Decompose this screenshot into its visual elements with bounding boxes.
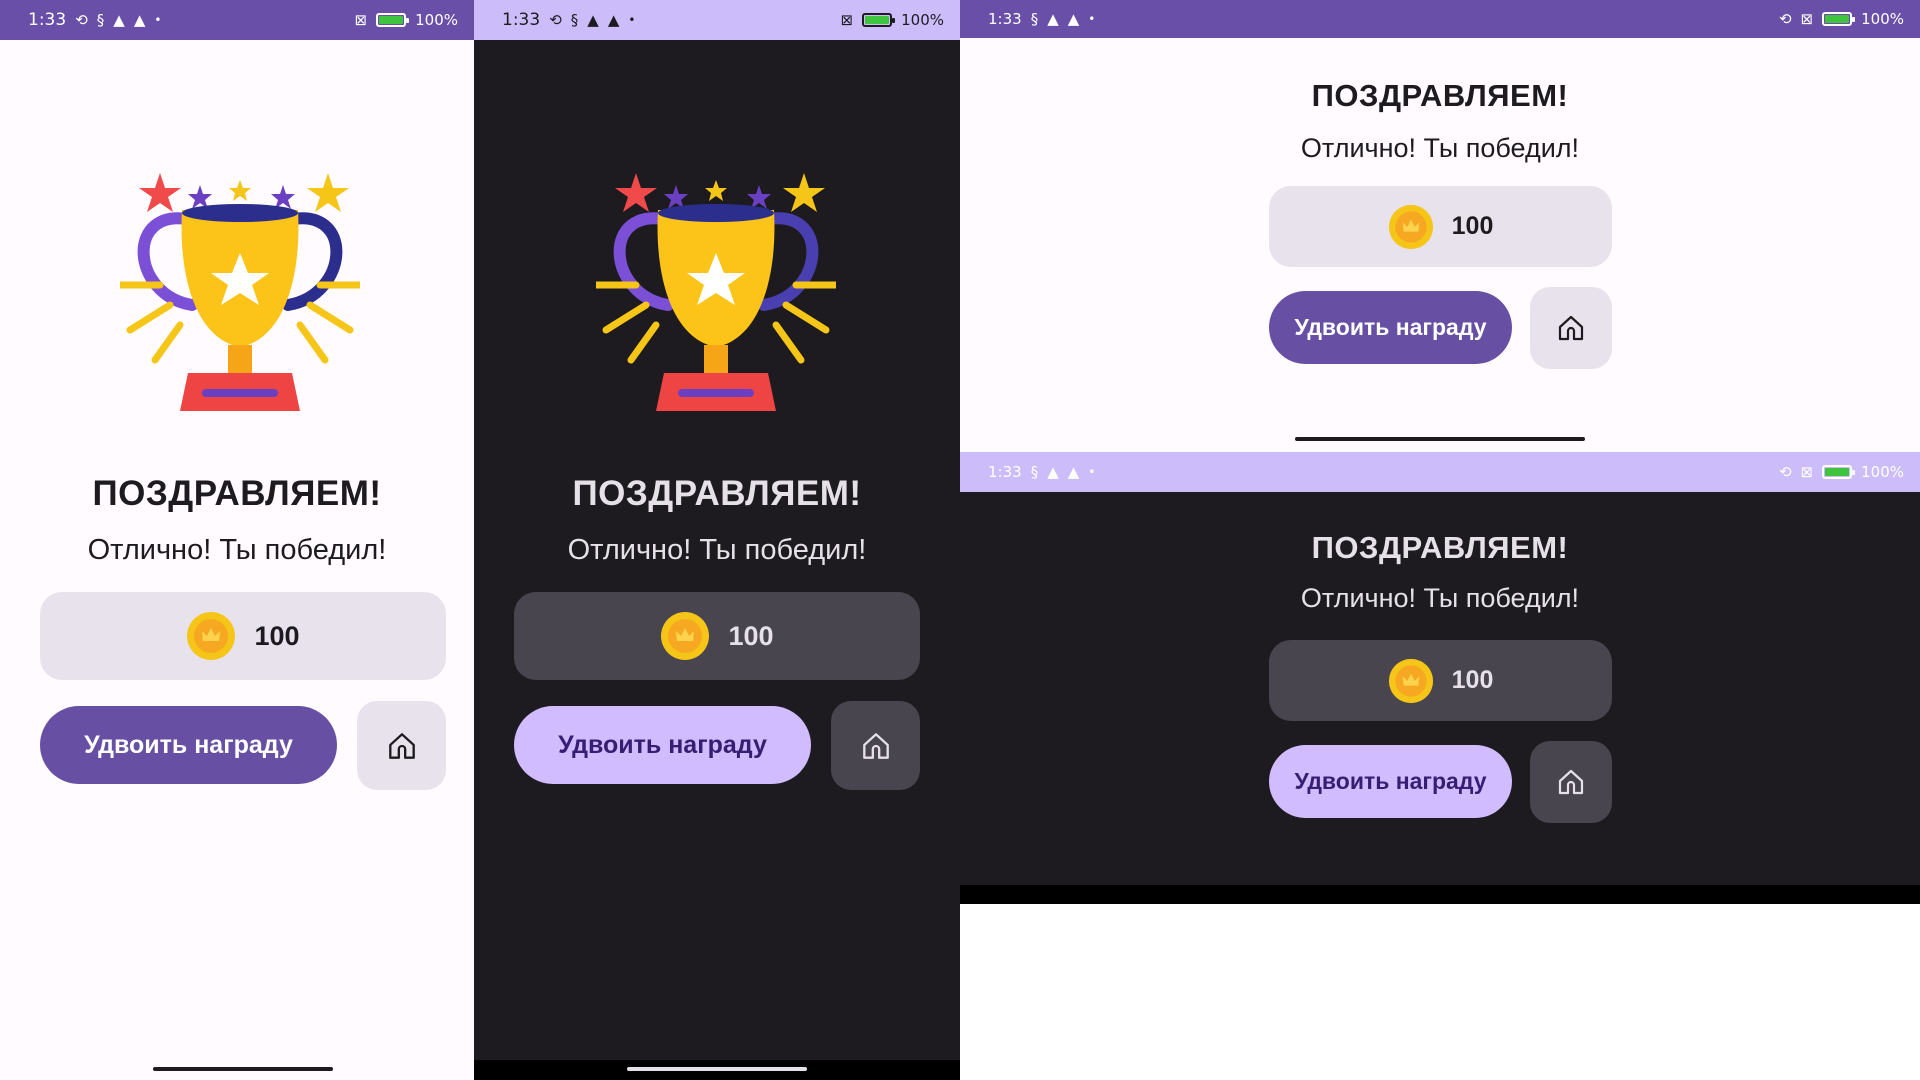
win-subtitle: Отлично! Ты победил! (1300, 133, 1580, 163)
no-sim-icon: ⊠ (840, 10, 854, 29)
dot-icon: • (1088, 12, 1096, 26)
portrait-light-screen: 1:33 ⟲ § ▲ ▲ • ⊠ 100% ПОЗДРАВЛЯЕМ! Отлич… (0, 0, 474, 1080)
sync-off-icon: ⟲ (75, 10, 88, 29)
battery-icon (1822, 12, 1856, 26)
reward-box: 100 (1269, 640, 1612, 721)
congrats-title: ПОЗДРАВЛЯЕМ! (1311, 78, 1569, 113)
status-bar: 1:33 § ▲ ▲ • ⟲ ⊠ 100% (960, 452, 1920, 492)
status-bar: 1:33 § ▲ ▲ • ⟲ ⊠ 100% (960, 0, 1920, 38)
nav-bar (960, 885, 1920, 904)
coin-icon (187, 612, 236, 660)
dot-icon: • (628, 13, 636, 27)
double-reward-button[interactable]: Удвоить награду (1269, 745, 1512, 818)
coin-icon (1388, 658, 1433, 703)
win-subtitle: Отлично! Ты победил! (567, 534, 867, 566)
home-icon (1558, 769, 1584, 795)
home-icon (862, 732, 889, 759)
landscape-light-screen: 1:33 § ▲ ▲ • ⟲ ⊠ 100% ПОЗДРАВЛЯЕМ! Отлич… (960, 0, 1920, 452)
sync-off-icon: ⟲ (1778, 462, 1792, 481)
coin-icon (1388, 204, 1433, 249)
battery-percent: 100% (1861, 463, 1904, 481)
coin-icon (661, 612, 710, 660)
reward-amount: 100 (1451, 212, 1494, 240)
trophy-icon (596, 173, 836, 411)
no-sim-icon: ⊠ (1800, 462, 1814, 481)
congrats-title: ПОЗДРАВЛЯЕМ! (92, 474, 382, 513)
sim-icon: § (1030, 462, 1039, 481)
win-subtitle: Отлично! Ты победил! (87, 534, 387, 566)
warning-icon: ▲ (1047, 9, 1059, 28)
warning-icon: ▲ (607, 10, 620, 29)
reward-amount: 100 (728, 620, 774, 651)
battery-icon (1822, 465, 1856, 479)
reward-box: 100 (40, 592, 446, 680)
warning-icon: ▲ (587, 10, 599, 29)
warning-icon: ▲ (1067, 9, 1080, 28)
status-time: 1:33 (502, 10, 541, 30)
home-icon (388, 732, 415, 759)
win-subtitle: Отлично! Ты победил! (1300, 583, 1580, 613)
home-button[interactable] (357, 701, 446, 790)
dot-icon: • (154, 13, 162, 27)
trophy-icon (120, 173, 360, 411)
battery-percent: 100% (901, 11, 944, 29)
status-bar: 1:33 ⟲ § ▲ ▲ • ⊠ 100% (0, 0, 474, 40)
sync-off-icon: ⟲ (549, 10, 562, 29)
status-time: 1:33 (28, 10, 67, 30)
sync-off-icon: ⟲ (1778, 9, 1792, 28)
warning-icon: ▲ (1047, 462, 1059, 481)
nav-gesture-handle (627, 1067, 807, 1071)
home-button[interactable] (831, 701, 920, 790)
sim-icon: § (1030, 9, 1039, 28)
congrats-title: ПОЗДРАВЛЯЕМ! (1311, 530, 1569, 565)
reward-box: 100 (514, 592, 920, 680)
dot-icon: • (1088, 465, 1096, 479)
home-button[interactable] (1530, 741, 1612, 823)
double-reward-button[interactable]: Удвоить награду (1269, 291, 1512, 364)
landscape-dark-screen: 1:33 § ▲ ▲ • ⟲ ⊠ 100% ПОЗДРАВЛЯЕМ! Отлич… (960, 452, 1920, 904)
nav-gesture-handle (1295, 437, 1585, 441)
warning-icon: ▲ (113, 10, 125, 29)
no-sim-icon: ⊠ (1800, 9, 1814, 28)
no-sim-icon: ⊠ (354, 10, 368, 29)
warning-icon: ▲ (1067, 462, 1080, 481)
double-reward-button[interactable]: Удвоить награду (40, 706, 337, 784)
battery-percent: 100% (415, 11, 458, 29)
portrait-dark-screen: 1:33 ⟲ § ▲ ▲ • ⊠ 100% ПОЗДРАВЛЯЕМ! Отлич… (474, 0, 960, 1080)
sim-icon: § (96, 10, 105, 29)
status-time: 1:33 (988, 463, 1022, 481)
reward-amount: 100 (1451, 666, 1494, 694)
warning-icon: ▲ (133, 10, 146, 29)
status-time: 1:33 (988, 10, 1022, 28)
home-button[interactable] (1530, 287, 1612, 369)
battery-icon (376, 13, 410, 27)
battery-icon (862, 13, 896, 27)
battery-percent: 100% (1861, 10, 1904, 28)
reward-amount: 100 (254, 620, 300, 651)
double-reward-button[interactable]: Удвоить награду (514, 706, 811, 784)
reward-box: 100 (1269, 186, 1612, 267)
congrats-title: ПОЗДРАВЛЯЕМ! (572, 474, 862, 513)
nav-gesture-handle (153, 1067, 333, 1071)
sim-icon: § (570, 10, 579, 29)
status-bar: 1:33 ⟲ § ▲ ▲ • ⊠ 100% (474, 0, 960, 40)
home-icon (1558, 315, 1584, 341)
